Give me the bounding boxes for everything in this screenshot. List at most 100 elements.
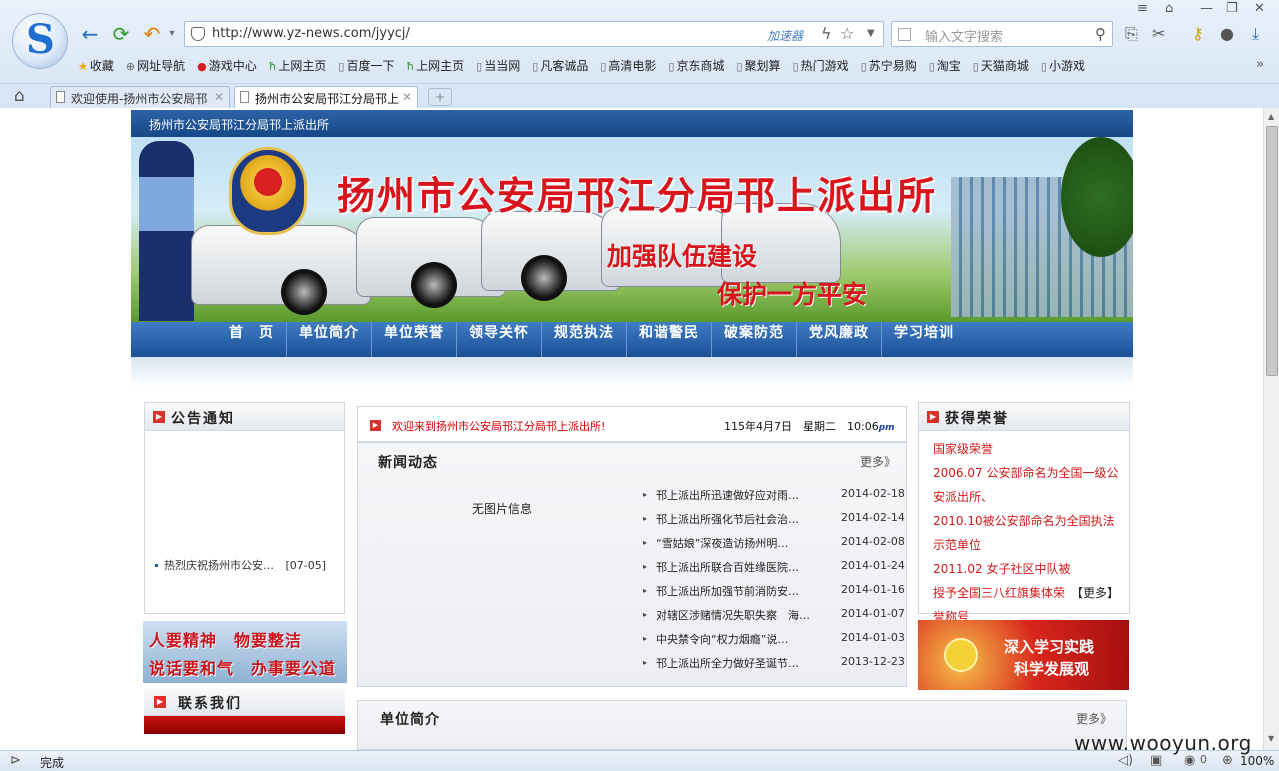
back-arrow-icon[interactable]: ← (78, 22, 102, 46)
bookmark-item[interactable]: ▯ 高清电影 (600, 57, 656, 74)
bookmark-item[interactable]: ▯ 京东商城 (668, 57, 724, 74)
nav-item[interactable]: 学习培训 (882, 322, 966, 357)
scrollbar-thumb[interactable] (1266, 126, 1278, 376)
slogan-banner-right[interactable]: 深入学习实践 科学发展观 (918, 620, 1129, 690)
scroll-up-icon[interactable]: ▲ (1268, 112, 1274, 121)
nav-item[interactable]: 和谐警民 (627, 322, 712, 357)
zoom-icon[interactable]: ⊕ (1222, 753, 1233, 768)
bookmark-item[interactable]: ▯ 当当网 (476, 57, 520, 74)
search-box[interactable]: 输入文字搜索 ⚲ (891, 21, 1113, 47)
news-item[interactable]: ▸ 对辖区涉赌情况失职失察 海… 2014-01-07 (643, 607, 905, 631)
zoom-level[interactable]: 100% (1240, 754, 1274, 768)
favorite-star-icon[interactable]: ☆ (840, 24, 854, 43)
honor-line[interactable]: 2010.10被公安部命名为全国执法示范单位 (933, 509, 1125, 557)
notice-item-title[interactable]: 热烈庆祝扬州市公安… (164, 559, 274, 572)
nav-item[interactable]: 首 页 (217, 322, 287, 357)
restore-icon[interactable]: ❐ (1226, 1, 1238, 16)
address-url[interactable]: http://www.yz-news.com/jyycj/ (212, 26, 410, 41)
page-icon: ▯ (600, 60, 607, 73)
sidebar-toggle-icon[interactable]: ⊳ (10, 753, 21, 768)
arrow-icon: ▶ (153, 411, 165, 423)
close-window-icon[interactable]: ✕ (1254, 1, 1265, 16)
bookmark-tool-icon[interactable]: ⎘ (1125, 24, 1138, 44)
chat-icon[interactable]: ● (1220, 24, 1234, 43)
news-item-title[interactable]: 邗上派出所联合百姓缘医院… (656, 559, 799, 575)
bookmark-item[interactable]: ● 游戏中心 (197, 57, 257, 74)
minimize-icon[interactable]: — (1200, 1, 1213, 16)
bookmark-item[interactable]: ▯ 小游戏 (1041, 57, 1085, 74)
tab-welcome[interactable]: 欢迎使用-扬州市公安局邗 ✕ (50, 86, 230, 109)
honor-more-link[interactable]: 【更多】 (1071, 581, 1131, 605)
nav-item[interactable]: 领导关怀 (457, 322, 542, 357)
news-item[interactable]: ▸ 中央禁令向“权力烟瘾”说… 2014-01-03 (643, 631, 905, 655)
bookmark-item[interactable]: ⊕ 网址导航 (126, 57, 185, 74)
lightning-icon[interactable]: ϟ (821, 24, 832, 43)
bookmark-item[interactable]: ▯ 凡客诚品 (532, 57, 588, 74)
close-tab-icon[interactable]: ✕ (214, 90, 224, 104)
news-item-date: 2014-02-18 (841, 487, 905, 500)
bookmark-item[interactable]: ▯ 百度一下 (338, 57, 394, 74)
undo-dropdown-icon[interactable]: ▾ (160, 22, 184, 46)
close-tab-icon[interactable]: ✕ (402, 90, 412, 104)
bookmark-item[interactable]: ħ 上网主页 (407, 57, 465, 74)
bookmark-item[interactable]: ★ 收藏 (78, 57, 114, 74)
bookmark-item[interactable]: ▯ 苏宁易购 (861, 57, 917, 74)
bookmark-item[interactable]: ▯ 热门游戏 (793, 57, 849, 74)
bookmark-item[interactable]: ħ 上网主页 (269, 57, 327, 74)
nav-item[interactable]: 党风廉政 (797, 322, 882, 357)
new-tab-button[interactable]: + (428, 88, 452, 106)
slogan-banner-left[interactable]: 人要精神 物要整洁 说话要和气 办事要公道 (143, 621, 347, 683)
nav-item[interactable]: 规范执法 (542, 322, 627, 357)
news-item-title[interactable]: 邗上派出所加强节前消防安… (656, 583, 799, 599)
vertical-scrollbar[interactable]: ▲ ▼ (1263, 108, 1279, 750)
news-item-title[interactable]: “雪姑娘”深夜造访扬州明… (656, 535, 788, 551)
volume-icon[interactable]: ◁) (1118, 753, 1133, 768)
accelerator-button[interactable]: 加速器 (767, 27, 803, 44)
news-item-title[interactable]: 对辖区涉赌情况失职失察 海… (656, 607, 810, 623)
site-banner: 扬州市公安局邗江分局邗上派出所 加强队伍建设 保护一方平安 (131, 137, 1133, 322)
refresh-icon[interactable]: ⟳ (109, 22, 133, 46)
news-item[interactable]: ▸ “雪姑娘”深夜造访扬州明… 2014-02-08 (643, 535, 905, 559)
news-item-title[interactable]: 邗上派出所全力做好圣诞节… (656, 655, 799, 671)
news-item[interactable]: ▸ 邗上派出所加强节前消防安… 2014-01-16 (643, 583, 905, 607)
nav-item[interactable]: 单位简介 (287, 322, 372, 357)
download-icon[interactable]: ⤓ (1252, 24, 1259, 44)
news-item-title[interactable]: 中央禁令向“权力烟瘾”说… (656, 631, 788, 647)
key-icon[interactable]: ⚷ (1192, 24, 1204, 43)
bookmark-item[interactable]: ▯ 天猫商城 (973, 57, 1029, 74)
news-item-title[interactable]: 邗上派出所强化节后社会治… (656, 511, 799, 527)
menu-icon[interactable]: ≡ (1137, 1, 1148, 16)
honor-line[interactable]: 2006.07 公安部命名为全国一级公安派出所、 (933, 461, 1125, 509)
bookmark-item[interactable]: ▯ 聚划算 (736, 57, 780, 74)
scissors-icon[interactable]: ✂ (1152, 24, 1165, 43)
notice-item[interactable]: 热烈庆祝扬州市公安… [07-05] (155, 557, 326, 573)
car-wheel (281, 269, 327, 315)
search-icon[interactable]: ⚲ (1095, 25, 1106, 43)
scroll-down-icon[interactable]: ▼ (1268, 734, 1274, 743)
news-item[interactable]: ▸ 邗上派出所强化节后社会治… 2014-02-14 (643, 511, 905, 535)
home-icon[interactable]: ⌂ (14, 86, 25, 106)
intro-more-link[interactable]: 更多》 (1076, 710, 1112, 727)
honor-line[interactable]: 2011.02 女子社区中队被授予全国三八红旗集体荣誉称号 (933, 557, 1073, 629)
search-engine-icon[interactable] (898, 28, 911, 41)
nav-item[interactable]: 单位荣誉 (372, 322, 457, 357)
news-more-link[interactable]: 更多》 (860, 453, 896, 470)
tab-active[interactable]: 扬州市公安局邗江分局邗上 ✕ (234, 86, 418, 109)
page-icon: ▯ (532, 60, 539, 73)
shield-status-icon[interactable]: ◉ (1184, 753, 1195, 768)
search-placeholder[interactable]: 输入文字搜索 (925, 26, 1003, 45)
skin-icon[interactable]: ⌂ (1165, 1, 1173, 16)
news-item[interactable]: ▸ 邗上派出所全力做好圣诞节… 2013-12-23 (643, 655, 905, 679)
bookmark-item[interactable]: ▯ 淘宝 (929, 57, 961, 74)
download-manager-icon[interactable]: ▣ (1150, 753, 1162, 768)
honor-title: 获得荣誉 (945, 411, 1009, 427)
address-dropdown-icon[interactable]: ▼ (867, 28, 875, 39)
news-item-title[interactable]: 邗上派出所迅速做好应对雨… (656, 487, 799, 503)
browser-logo[interactable]: S (12, 13, 68, 69)
more-bookmarks-icon[interactable]: » (1256, 57, 1264, 72)
arrow-icon: ▸ (643, 514, 648, 523)
address-bar[interactable]: http://www.yz-news.com/jyycj/ 加速器 ϟ ☆ ▼ (184, 21, 884, 47)
news-item[interactable]: ▸ 邗上派出所迅速做好应对雨… 2014-02-18 (643, 487, 905, 511)
nav-item[interactable]: 破案防范 (712, 322, 797, 357)
news-item[interactable]: ▸ 邗上派出所联合百姓缘医院… 2014-01-24 (643, 559, 905, 583)
